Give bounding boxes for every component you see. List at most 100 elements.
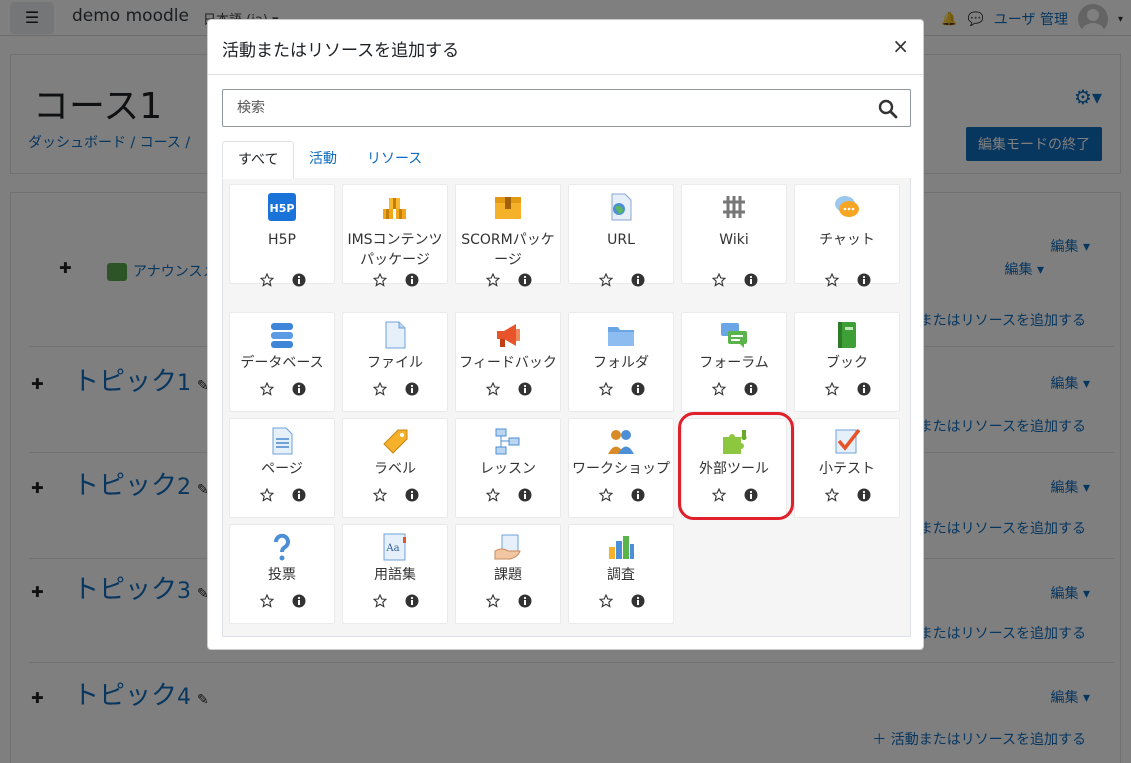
- info-icon[interactable]: [631, 488, 645, 502]
- tab-resources[interactable]: リソース: [352, 141, 437, 179]
- activity-chooser-modal: 活動またはリソースを追加する × すべて 活動 リソース H5P H5P IMS…: [207, 19, 924, 650]
- star-icon[interactable]: [712, 382, 726, 396]
- svg-text:Aa: Aa: [385, 543, 399, 554]
- activity-card-h5p[interactable]: H5P H5P: [229, 184, 335, 287]
- info-icon[interactable]: [744, 273, 758, 287]
- tab-all[interactable]: すべて: [222, 141, 295, 179]
- activity-card-label[interactable]: ラベル: [342, 418, 448, 518]
- activity-card-forum[interactable]: フォーラム: [681, 312, 787, 412]
- activity-name: 調査: [607, 567, 635, 583]
- glossary-icon: Aa: [383, 533, 406, 561]
- activity-name: ワークショップ: [572, 461, 670, 477]
- quiz-icon: [835, 428, 861, 454]
- activity-card-ims-package[interactable]: IMSコンテンツ パッケージ: [342, 184, 448, 287]
- activity-name: データベース: [240, 355, 324, 371]
- star-icon[interactable]: [373, 273, 387, 287]
- star-icon[interactable]: [373, 488, 387, 502]
- modal-title: 活動またはリソースを追加する: [222, 41, 460, 61]
- activity-name: 投票: [268, 567, 296, 583]
- info-icon[interactable]: [631, 382, 645, 396]
- star-icon[interactable]: [825, 273, 839, 287]
- star-icon[interactable]: [825, 488, 839, 502]
- activity-card-url[interactable]: URL: [568, 184, 674, 287]
- star-icon[interactable]: [260, 594, 274, 608]
- activity-card-survey[interactable]: 調査: [568, 524, 674, 624]
- activity-name: Wiki: [719, 232, 749, 248]
- modal-header: 活動またはリソースを追加する ×: [208, 20, 923, 75]
- activity-name: 用語集: [374, 567, 416, 583]
- close-icon[interactable]: ×: [892, 34, 909, 58]
- activity-card-chat[interactable]: チャット: [794, 184, 900, 287]
- activity-card-lesson[interactable]: レッスン: [455, 418, 561, 518]
- star-icon[interactable]: [373, 382, 387, 396]
- star-icon[interactable]: [825, 382, 839, 396]
- svg-text:H5P: H5P: [270, 202, 295, 215]
- activity-card-page[interactable]: ページ: [229, 418, 335, 518]
- activity-card-feedback[interactable]: フィードバック: [455, 312, 561, 412]
- star-icon[interactable]: [260, 273, 274, 287]
- info-icon[interactable]: [631, 594, 645, 608]
- survey-icon: [609, 536, 634, 559]
- ims-package-icon: [383, 198, 406, 219]
- activity-card-scorm[interactable]: SCORMパッケ ージ: [455, 184, 561, 287]
- info-icon[interactable]: [292, 273, 306, 287]
- activity-card-glossary[interactable]: Aa 用語集: [342, 524, 448, 624]
- info-icon[interactable]: [631, 273, 645, 287]
- star-icon[interactable]: [260, 488, 274, 502]
- activity-card-folder[interactable]: フォルダ: [568, 312, 674, 412]
- activity-grid: H5P H5P IMSコンテンツ パッケージ SCORMパッケ ージ URL Wik…: [222, 178, 911, 637]
- info-icon[interactable]: [292, 488, 306, 502]
- star-icon[interactable]: [599, 382, 613, 396]
- star-icon[interactable]: [260, 382, 274, 396]
- activity-name: ファイル: [367, 355, 423, 371]
- activity-card-database[interactable]: データベース: [229, 312, 335, 412]
- star-icon[interactable]: [599, 594, 613, 608]
- info-icon[interactable]: [518, 594, 532, 608]
- star-icon[interactable]: [599, 273, 613, 287]
- activity-card-quiz[interactable]: 小テスト: [794, 418, 900, 518]
- url-icon: [611, 193, 632, 221]
- info-icon[interactable]: [518, 273, 532, 287]
- info-icon[interactable]: [744, 488, 758, 502]
- activity-card-book[interactable]: ブック: [794, 312, 900, 412]
- activity-card-workshop[interactable]: ワークショップ: [568, 418, 674, 518]
- star-icon[interactable]: [712, 273, 726, 287]
- activity-card-choice[interactable]: 投票: [229, 524, 335, 624]
- search-input[interactable]: [223, 90, 910, 126]
- activity-name: ブック: [826, 355, 868, 371]
- star-icon[interactable]: [373, 594, 387, 608]
- star-icon[interactable]: [599, 488, 613, 502]
- folder-icon: [608, 327, 634, 346]
- info-icon[interactable]: [405, 382, 419, 396]
- activity-card-file[interactable]: ファイル: [342, 312, 448, 412]
- info-icon[interactable]: [405, 488, 419, 502]
- info-icon[interactable]: [518, 488, 532, 502]
- star-icon[interactable]: [486, 488, 500, 502]
- star-icon[interactable]: [486, 273, 500, 287]
- info-icon[interactable]: [857, 382, 871, 396]
- activity-name: URL: [607, 232, 635, 248]
- workshop-icon: [608, 430, 634, 454]
- info-icon[interactable]: [857, 488, 871, 502]
- activity-card-assignment[interactable]: 課題: [455, 524, 561, 624]
- star-icon[interactable]: [486, 594, 500, 608]
- forum-icon: [721, 323, 747, 348]
- star-icon[interactable]: [486, 382, 500, 396]
- activity-name: 小テスト: [819, 461, 875, 477]
- info-icon[interactable]: [405, 594, 419, 608]
- activity-name: フォルダ: [593, 355, 649, 371]
- info-icon[interactable]: [518, 382, 532, 396]
- activity-name: IMSコンテンツ パッケージ: [347, 232, 443, 268]
- info-icon[interactable]: [292, 382, 306, 396]
- activity-card-wiki[interactable]: Wiki: [681, 184, 787, 287]
- activity-card-external-tool[interactable]: 外部ツール: [681, 418, 787, 518]
- info-icon[interactable]: [405, 273, 419, 287]
- info-icon[interactable]: [857, 273, 871, 287]
- search-icon[interactable]: [878, 99, 898, 119]
- star-icon[interactable]: [712, 488, 726, 502]
- activity-name: 外部ツール: [699, 461, 769, 477]
- activity-name: チャット: [819, 232, 875, 248]
- tab-activities[interactable]: 活動: [294, 141, 352, 179]
- info-icon[interactable]: [292, 594, 306, 608]
- info-icon[interactable]: [744, 382, 758, 396]
